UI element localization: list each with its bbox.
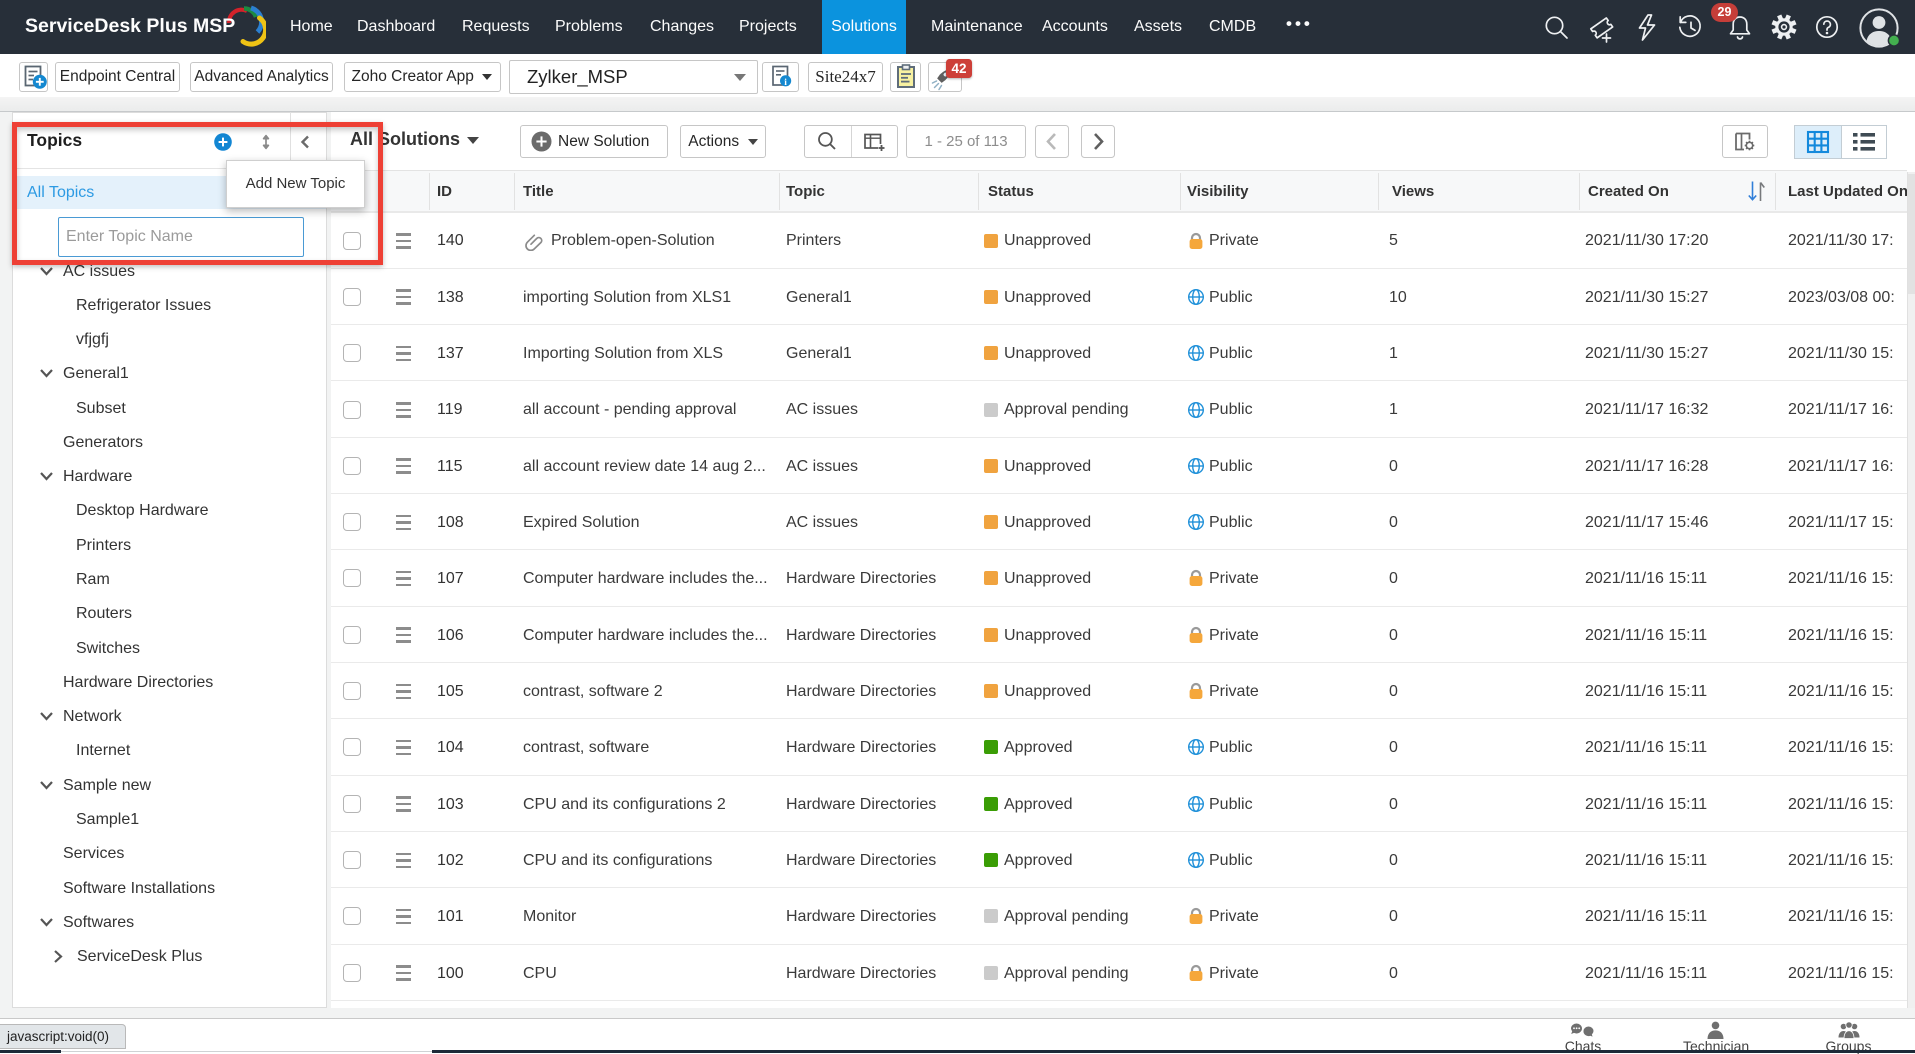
svg-text:i: i	[784, 78, 787, 88]
